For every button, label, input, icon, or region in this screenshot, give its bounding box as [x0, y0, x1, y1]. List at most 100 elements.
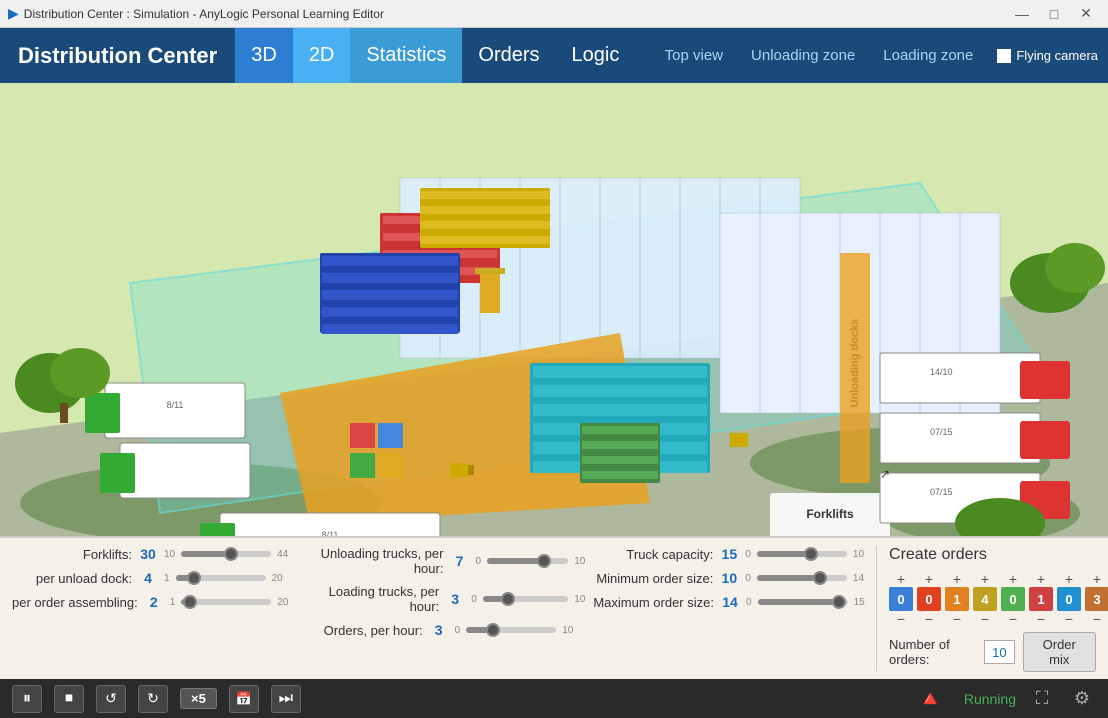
minus-btn-5[interactable]: −	[1037, 612, 1045, 626]
minimize-button[interactable]: —	[1008, 4, 1036, 24]
minus-btn-6[interactable]: −	[1065, 612, 1073, 626]
fullscreen-button[interactable]: ⛶	[1028, 685, 1056, 713]
window-controls: — □ ✕	[1008, 4, 1100, 24]
truck-capacity-control: Truck capacity: 15 0 10	[593, 546, 876, 562]
color-box-col-6: + 0 −	[1057, 572, 1081, 626]
per-unload-dock-max: 20	[272, 573, 283, 584]
loading-zone-link[interactable]: Loading zone	[869, 28, 987, 83]
close-button[interactable]: ✕	[1072, 4, 1100, 24]
flying-camera-checkbox[interactable]	[997, 49, 1011, 63]
unloading-zone-link[interactable]: Unloading zone	[737, 28, 869, 83]
minus-btn-3[interactable]: −	[981, 612, 989, 626]
main-viewport[interactable]: Forklifts Unloading docks 8/11 8/11 14/1…	[0, 83, 1108, 536]
unloading-trucks-slider[interactable]	[487, 558, 568, 564]
max-order-size-slider[interactable]	[758, 599, 848, 605]
loading-trucks-max: 10	[574, 594, 585, 605]
minus-btn-0[interactable]: −	[897, 612, 905, 626]
unloading-trucks-min: 0	[475, 556, 481, 567]
num-orders-row: Number of orders: 10 Order mix	[889, 632, 1096, 672]
forward-icon: ⏭	[279, 690, 293, 708]
maximize-button[interactable]: □	[1040, 4, 1068, 24]
max-order-size-label: Maximum order size:	[593, 595, 714, 610]
speed-button[interactable]: ×5	[180, 688, 217, 709]
color-boxes-row: + 0 − + 0 − + 1 − + 4 −	[889, 572, 1096, 626]
color-box-1[interactable]: 0	[917, 587, 941, 611]
svg-text:07/15: 07/15	[930, 487, 953, 497]
calendar-button[interactable]: 📅	[229, 685, 259, 713]
color-box-3[interactable]: 4	[973, 587, 997, 611]
forklifts-slider[interactable]	[181, 551, 271, 557]
settings-button[interactable]: ⚙	[1068, 685, 1096, 713]
color-box-col-2: + 1 −	[945, 572, 969, 626]
plus-btn-1[interactable]: +	[925, 572, 933, 586]
per-order-assembling-label: per order assembling:	[12, 595, 138, 610]
color-box-2[interactable]: 1	[945, 587, 969, 611]
color-box-6[interactable]: 0	[1057, 587, 1081, 611]
truck-capacity-label: Truck capacity:	[593, 547, 713, 562]
plus-btn-2[interactable]: +	[953, 572, 961, 586]
top-view-link[interactable]: Top view	[651, 28, 737, 83]
tab-orders[interactable]: Orders	[462, 28, 555, 83]
per-order-assembling-control: per order assembling: 2 1 20	[12, 594, 295, 610]
calendar-icon: 📅	[236, 691, 252, 707]
step-icon: ↻	[147, 690, 159, 707]
color-box-col-3: + 4 −	[973, 572, 997, 626]
tab-statistics[interactable]: Statistics	[350, 28, 462, 83]
plus-btn-6[interactable]: +	[1065, 572, 1073, 586]
minus-btn-2[interactable]: −	[953, 612, 961, 626]
plus-btn-0[interactable]: +	[897, 572, 905, 586]
control-col-3: Truck capacity: 15 0 10 Minimum order si…	[593, 546, 876, 671]
per-unload-dock-value: 4	[136, 570, 160, 586]
tab-logic[interactable]: Logic	[556, 28, 636, 83]
fullscreen-icon: ⛶	[1036, 688, 1049, 709]
forklifts-min: 10	[164, 549, 175, 560]
min-order-size-slider[interactable]	[757, 575, 847, 581]
color-box-0[interactable]: 0	[889, 587, 913, 611]
rewind-button[interactable]: ↺	[96, 685, 126, 713]
plus-btn-4[interactable]: +	[1009, 572, 1017, 586]
order-mix-button[interactable]: Order mix	[1023, 632, 1097, 672]
title-bar: ▶ Distribution Center : Simulation - Any…	[0, 0, 1108, 28]
max-order-size-value: 14	[718, 594, 742, 610]
orders-per-hour-slider[interactable]	[466, 627, 556, 633]
loading-trucks-slider[interactable]	[483, 596, 568, 602]
per-unload-dock-min: 1	[164, 573, 170, 584]
app-title: Distribution Center : Simulation - AnyLo…	[24, 7, 384, 21]
truck-capacity-min: 0	[745, 549, 751, 560]
flying-camera-control: Flying camera	[987, 48, 1108, 63]
max-order-size-control: Maximum order size: 14 0 15	[593, 594, 876, 610]
step-forward-button[interactable]: ↻	[138, 685, 168, 713]
plus-btn-7[interactable]: +	[1093, 572, 1101, 586]
truck-capacity-value: 15	[717, 546, 741, 562]
tab-2d[interactable]: 2D	[293, 28, 351, 83]
pause-icon: ⏸	[23, 690, 31, 708]
minus-btn-4[interactable]: −	[1009, 612, 1017, 626]
nav-brand: Distribution Center	[0, 28, 235, 83]
per-unload-dock-control: per unload dock: 4 1 20	[12, 570, 295, 586]
loading-trucks-min: 0	[471, 594, 477, 605]
plus-btn-5[interactable]: +	[1037, 572, 1045, 586]
nav-bar: Distribution Center 3D 2D Statistics Ord…	[0, 28, 1108, 83]
minus-btn-1[interactable]: −	[925, 612, 933, 626]
truck-capacity-slider[interactable]	[757, 551, 847, 557]
settings-icon: ⚙	[1074, 688, 1090, 708]
per-order-assembling-slider[interactable]	[181, 599, 271, 605]
svg-text:07/15: 07/15	[930, 427, 953, 437]
color-box-5[interactable]: 1	[1029, 587, 1053, 611]
num-orders-value[interactable]: 10	[984, 640, 1014, 664]
max-order-size-min: 0	[746, 597, 752, 608]
color-box-4[interactable]: 0	[1001, 587, 1025, 611]
per-unload-dock-slider[interactable]	[176, 575, 266, 581]
loading-trucks-control: Loading trucks, per hour: 3 0 10	[303, 584, 586, 614]
status-bar: ⏸ ⏹ ↺ ↻ ×5 📅 ⏭ 🔺 Running ⛶ ⚙	[0, 679, 1108, 718]
minus-btn-7[interactable]: −	[1093, 612, 1101, 626]
min-order-size-value: 10	[717, 570, 741, 586]
plus-btn-3[interactable]: +	[981, 572, 989, 586]
speed-label: ×5	[191, 691, 206, 706]
forward-button[interactable]: ⏭	[271, 685, 301, 713]
tab-3d[interactable]: 3D	[235, 28, 293, 83]
pause-button[interactable]: ⏸	[12, 685, 42, 713]
color-box-7[interactable]: 3	[1085, 587, 1108, 611]
forklifts-label: Forklifts:	[12, 547, 132, 562]
stop-button[interactable]: ⏹	[54, 685, 84, 713]
